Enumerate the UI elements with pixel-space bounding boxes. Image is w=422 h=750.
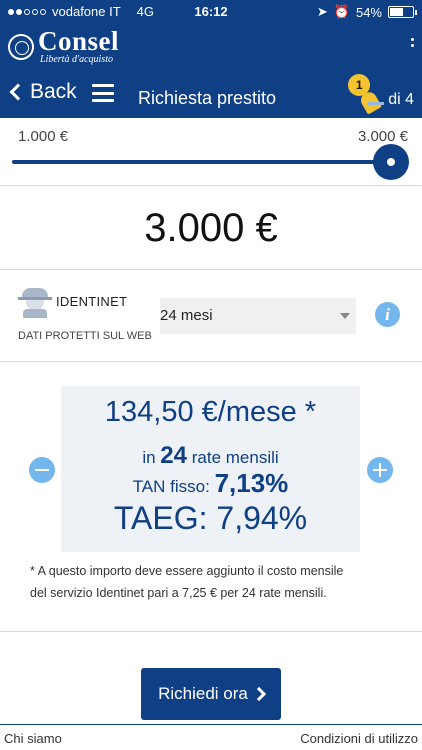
slider-thumb[interactable] (373, 144, 409, 180)
decrease-button[interactable] (29, 457, 55, 483)
request-now-label: Richiedi ora (158, 684, 248, 703)
seal-icon (8, 33, 34, 60)
request-now-button[interactable]: Richiedi ora (141, 668, 281, 720)
status-bar-right: ➤ ⏰ 54% (316, 4, 417, 20)
page-title: Richiesta prestito (138, 88, 277, 108)
menu-icon[interactable] (92, 84, 114, 102)
status-bar: vodafone IT 4G 16:12 ➤ ⏰ 54% (0, 0, 422, 24)
rate-section: 134,50 €/mese * in 24 rate mensili TAN f… (0, 362, 422, 632)
alarm-icon: ⏰ (333, 4, 350, 19)
step-progress-bar (368, 102, 385, 105)
more-icon[interactable] (411, 38, 414, 47)
duration-select[interactable]: 24 mesi (160, 298, 356, 334)
dropdown-caret-icon (340, 313, 350, 319)
installments-line: in 24 rate mensili (61, 442, 360, 470)
slider-min-label: 1.000 € (18, 128, 69, 145)
monthly-payment: 134,50 €/mese * (104, 396, 317, 428)
chevron-left-icon (9, 83, 27, 101)
identinet-subtitle: DATI PROTETTI SUL WEB (18, 330, 152, 342)
increase-button[interactable] (367, 457, 393, 483)
step-total: di 4 (388, 91, 414, 108)
amount-section: 3.000 € (0, 186, 422, 270)
location-icon: ➤ (316, 4, 328, 19)
duration-value: 24 mesi (160, 307, 213, 324)
about-link[interactable]: Chi siamo (4, 731, 62, 746)
loan-amount: 3.000 € (144, 206, 278, 250)
consel-logo: Consel Libertà d'acquisto (8, 28, 119, 65)
terms-link[interactable]: Condizioni di utilizzo (300, 731, 418, 746)
minus-icon (35, 469, 49, 471)
battery-fill (390, 8, 403, 16)
back-label: Back (30, 80, 77, 103)
installments-suffix: rate mensili (191, 448, 279, 467)
installments-count: 24 (160, 442, 187, 469)
brand-name: Consel (38, 26, 120, 56)
chevron-right-icon (251, 686, 266, 702)
back-button[interactable]: Back (8, 80, 77, 104)
slider-max-label: 3.000 € (357, 128, 408, 145)
rate-summary-box: 134,50 €/mese * in 24 rate mensili TAN f… (61, 386, 360, 552)
identinet-logo: IDENTINET (18, 284, 127, 318)
brand-bar: Consel Libertà d'acquisto (0, 24, 422, 70)
identinet-section: IDENTINET DATI PROTETTI SUL WEB 24 mesi … (0, 270, 422, 362)
tan-value: 7,13% (214, 468, 289, 498)
battery-icon (388, 6, 417, 18)
tan-line: TAN fisso: 7,13% (61, 468, 360, 499)
footer: Chi siamo Condizioni di utilizzo (0, 724, 422, 750)
step-badge: 1 (348, 74, 385, 115)
amount-slider-section: 1.000 € 3.000 € (0, 118, 422, 186)
brand-tagline: Libertà d'acquisto (40, 54, 113, 65)
step-indicator: 1 di 4 (348, 74, 414, 115)
nav-bar: Back Richiesta prestito 1 di 4 (0, 70, 422, 118)
battery-percent: 54% (355, 4, 382, 20)
logo-text: Consel Libertà d'acquisto (38, 28, 119, 65)
taeg-value: TAEG: 7,94% (113, 500, 308, 536)
info-icon[interactable]: i (375, 302, 400, 327)
disclaimer-note: * A questo importo deve essere aggiunto … (30, 564, 344, 600)
slider-track[interactable] (12, 160, 390, 164)
identinet-name: IDENTINET (56, 293, 128, 309)
installments-prefix: in (142, 448, 156, 467)
spy-icon (18, 284, 52, 318)
tan-label: TAN fisso: (132, 477, 210, 496)
